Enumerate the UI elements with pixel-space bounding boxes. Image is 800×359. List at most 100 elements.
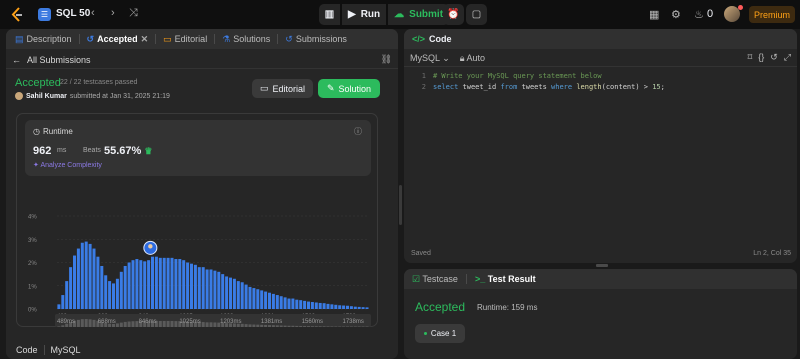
bar[interactable] — [186, 262, 190, 310]
bar[interactable] — [322, 303, 326, 309]
bar[interactable] — [365, 307, 369, 309]
bar[interactable] — [115, 278, 119, 309]
bar[interactable] — [264, 291, 268, 309]
debug-button[interactable]: ▥ — [319, 4, 340, 25]
run-button[interactable]: ▶ Run — [342, 4, 387, 25]
bar[interactable] — [65, 281, 69, 309]
case-tab[interactable]: Case 1 — [415, 324, 465, 343]
tab-accepted[interactable]: ↺ Accepted ✕ — [84, 34, 152, 45]
code-line[interactable]: # Write your MySQL query statement below — [433, 71, 602, 82]
bar[interactable] — [96, 256, 100, 309]
bar[interactable] — [69, 267, 73, 309]
bar[interactable] — [338, 305, 342, 309]
leetcode-logo[interactable] — [10, 7, 24, 23]
author-name[interactable]: Sahil Kumar — [26, 93, 67, 100]
bar[interactable] — [357, 306, 361, 309]
code-tab[interactable]: Code — [16, 345, 38, 355]
bar[interactable] — [201, 267, 205, 309]
code-line[interactable]: select tweet_id from tweets where length… — [433, 82, 665, 93]
bar[interactable] — [127, 262, 131, 310]
bar[interactable] — [334, 304, 338, 309]
bar[interactable] — [283, 297, 287, 309]
bar[interactable] — [221, 274, 225, 309]
bar[interactable] — [197, 267, 201, 309]
premium-button[interactable]: Premium — [749, 6, 795, 23]
solution-button[interactable]: ✎ Solution — [318, 79, 380, 98]
bar[interactable] — [303, 300, 307, 309]
chevron-right-icon[interactable]: › — [111, 7, 115, 19]
bar[interactable] — [326, 303, 330, 309]
expand-icon[interactable]: ⤢ — [784, 52, 791, 63]
close-icon[interactable]: ✕ — [141, 34, 149, 45]
bar[interactable] — [310, 302, 314, 309]
bar[interactable] — [190, 263, 193, 309]
bar[interactable] — [279, 296, 283, 309]
bar[interactable] — [108, 281, 112, 309]
bar[interactable] — [154, 256, 158, 309]
bar[interactable] — [174, 259, 178, 309]
bar[interactable] — [147, 260, 151, 309]
bar[interactable] — [205, 269, 209, 309]
bar[interactable] — [240, 282, 244, 309]
bar[interactable] — [104, 275, 108, 309]
bar[interactable] — [236, 281, 240, 309]
layout-icon[interactable]: ▦ — [649, 8, 659, 21]
reset-icon[interactable]: ↺ — [770, 52, 778, 63]
bar[interactable] — [217, 271, 221, 309]
bar[interactable] — [361, 307, 365, 309]
runtime-distribution-chart[interactable]: 4% 3% 2% 1% 0% 489ms 668ms 846ms 1025ms 1203ms 138… — [17, 114, 379, 328]
bar[interactable] — [61, 295, 65, 309]
bar[interactable] — [112, 283, 115, 309]
bar[interactable] — [260, 290, 264, 309]
bookmark-icon[interactable]: ⌑ — [748, 52, 753, 63]
bar[interactable] — [229, 277, 232, 309]
braces-icon[interactable]: {} — [758, 52, 764, 63]
bar[interactable] — [268, 292, 271, 309]
auto-toggle[interactable]: 🔒︎ Auto — [460, 53, 485, 64]
bar[interactable] — [123, 265, 127, 309]
timer-button[interactable]: ⏰ — [443, 4, 464, 25]
bar[interactable] — [318, 302, 322, 309]
bar[interactable] — [349, 306, 353, 309]
tab-submissions[interactable]: ↺ Submissions — [282, 34, 350, 45]
author-avatar[interactable] — [15, 92, 23, 100]
bar[interactable] — [193, 264, 197, 309]
bar[interactable] — [100, 265, 104, 309]
bar[interactable] — [248, 286, 252, 309]
bar[interactable] — [119, 271, 123, 309]
fire-icon[interactable]: ♨ — [694, 8, 704, 21]
bar[interactable] — [170, 257, 174, 309]
bar[interactable] — [57, 304, 61, 309]
bar[interactable] — [151, 256, 154, 309]
resize-handle[interactable] — [596, 264, 608, 267]
bar[interactable] — [84, 241, 88, 309]
bar[interactable] — [162, 257, 166, 309]
list-icon[interactable]: ☰ — [38, 8, 51, 21]
tab-editorial[interactable]: ▭ Editorial — [160, 34, 210, 45]
bar[interactable] — [139, 260, 143, 309]
tab-description[interactable]: ▤ Description — [12, 34, 75, 45]
bar[interactable] — [275, 295, 279, 309]
chevron-left-icon[interactable]: ‹ — [91, 7, 95, 19]
tab-test-result[interactable]: >_ Test Result — [475, 274, 536, 284]
bar[interactable] — [182, 260, 186, 309]
submit-button[interactable]: ☁ Submit — [388, 4, 450, 25]
arrow-left-icon[interactable]: ← — [12, 55, 21, 65]
bar[interactable] — [213, 270, 217, 309]
bar[interactable] — [232, 278, 236, 309]
link-icon[interactable]: ⛓ — [381, 54, 392, 65]
bar[interactable] — [131, 260, 135, 309]
language-select[interactable]: MySQL ⌄ — [410, 53, 450, 64]
bar[interactable] — [135, 259, 139, 309]
tab-testcase[interactable]: ☑ Testcase — [412, 274, 458, 285]
problem-list-title[interactable]: SQL 50 — [56, 8, 90, 19]
bar[interactable] — [287, 298, 291, 309]
shuffle-icon[interactable]: ⤨ — [129, 7, 138, 20]
bar[interactable] — [73, 255, 76, 309]
bar[interactable] — [353, 306, 357, 309]
bar[interactable] — [256, 289, 260, 309]
bar[interactable] — [166, 257, 170, 309]
bar[interactable] — [76, 248, 80, 309]
bar[interactable] — [143, 261, 147, 309]
bar[interactable] — [346, 305, 349, 309]
